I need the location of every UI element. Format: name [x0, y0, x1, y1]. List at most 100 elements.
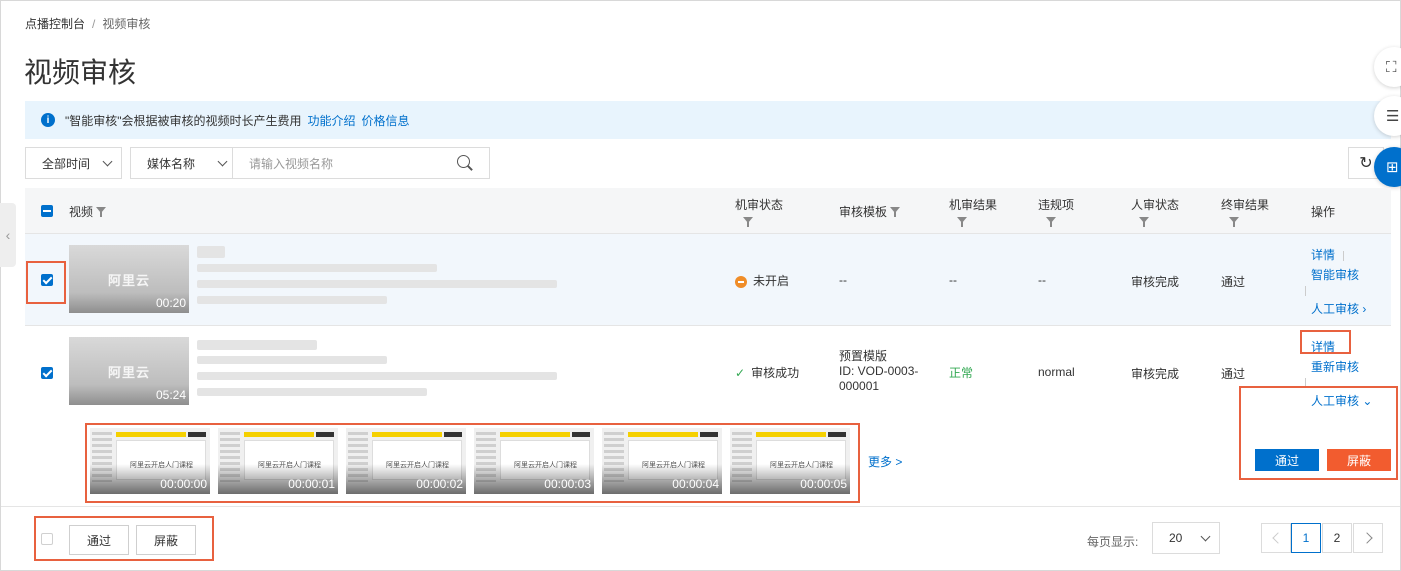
prev-page-button[interactable] [1261, 523, 1291, 553]
breadcrumb-separator: / [92, 17, 96, 31]
apps-icon: ⊞ [1386, 159, 1399, 176]
chevron-left-icon: ‹ [5, 227, 11, 243]
column-machine-status-label: 机审状态 [735, 198, 784, 212]
time-filter-select[interactable]: 全部时间 [25, 147, 123, 179]
redacted-text [197, 388, 427, 396]
brand-logo: 阿里云 [107, 272, 150, 288]
chevron-down-icon [217, 156, 228, 166]
violation-value: normal [1038, 365, 1075, 379]
column-human-status: 人审状态 [1131, 196, 1179, 228]
refresh-icon: ↻ [1359, 155, 1373, 172]
column-human-status-label: 人审状态 [1131, 198, 1180, 212]
redacted-text [197, 356, 387, 364]
divider [1305, 286, 1306, 296]
redacted-text [197, 340, 317, 350]
highlight-box [26, 261, 66, 304]
page-size-select[interactable]: 20 [1152, 522, 1220, 554]
column-template: 审核模板 [839, 203, 901, 220]
redacted-text [197, 246, 225, 258]
search-icon[interactable] [457, 155, 473, 171]
chevron-right-icon [1360, 532, 1373, 544]
chevron-left-icon [1271, 532, 1284, 544]
media-field-value: 媒体名称 [147, 156, 196, 171]
breadcrumb-current: 视频审核 [102, 17, 151, 31]
machine-status-text: 未开启 [753, 274, 790, 288]
message-icon: ☰ [1386, 108, 1400, 125]
chevron-down-icon [1200, 531, 1211, 541]
filter-bar: 全部时间 媒体名称 请输入视频名称 [25, 147, 491, 179]
final-result-value: 通过 [1221, 275, 1246, 289]
human-review-link[interactable]: 人工审核 › [1311, 300, 1366, 317]
pricing-link[interactable]: 价格信息 [362, 112, 410, 129]
recheck-link[interactable]: 重新审核 [1311, 358, 1359, 375]
success-check-icon: ✓ [735, 366, 746, 380]
final-result-value: 通过 [1221, 367, 1246, 381]
video-duration: 05:24 [155, 388, 186, 402]
search-placeholder: 请输入视频名称 [249, 156, 334, 171]
template-value: 预置模版 ID: VOD-0003- 000001 [839, 349, 918, 394]
table-header: 视频 机审状态 审核模板 机审结果 违规项 人审状态 终审结果 操作 [25, 188, 1391, 234]
gift-icon: ⛶ [1386, 58, 1397, 76]
page-2-button[interactable]: 2 [1322, 523, 1352, 553]
column-violation-label: 违规项 [1038, 198, 1075, 212]
feature-intro-link[interactable]: 功能介绍 [308, 112, 356, 129]
filter-icon[interactable] [890, 207, 901, 218]
page-title: 视频审核 [24, 57, 137, 88]
chevron-down-icon [102, 156, 113, 166]
brand-logo: 阿里云 [107, 364, 150, 380]
redacted-text [197, 280, 557, 288]
highlight-box [34, 516, 214, 561]
divider [1343, 250, 1345, 261]
filter-icon[interactable] [1139, 217, 1149, 228]
highlight-box [1239, 386, 1398, 480]
filter-icon[interactable] [743, 217, 753, 228]
redacted-text [197, 296, 387, 304]
column-machine-result-label: 机审结果 [949, 198, 998, 212]
media-field-select[interactable]: 媒体名称 [131, 148, 234, 178]
search-combo: 媒体名称 请输入视频名称 [130, 147, 491, 179]
template-name: 预置模版 [839, 349, 888, 363]
table-row: 阿里云 00:20 未开启 -- -- -- 审核完成 通过 详情 智能审核 人… [25, 234, 1391, 326]
filter-icon[interactable] [1229, 217, 1239, 228]
next-page-button[interactable] [1353, 523, 1383, 553]
sidebar-collapse-tab[interactable]: ‹ [0, 203, 16, 267]
disabled-status-icon [735, 275, 747, 288]
video-thumbnail[interactable]: 阿里云 00:20 [69, 245, 189, 313]
page-size-value: 20 [1169, 531, 1183, 545]
machine-status: 未开启 [735, 272, 789, 289]
column-template-label: 审核模板 [839, 205, 888, 219]
column-ops: 操作 [1311, 205, 1336, 219]
column-final-result: 终审结果 [1221, 196, 1269, 228]
video-thumbnail[interactable]: 阿里云 05:24 [69, 337, 189, 405]
notice-text: "智能审核"会根据被审核的视频时长产生费用 [65, 113, 302, 128]
highlight-box [1300, 330, 1351, 354]
row-checkbox[interactable] [41, 367, 53, 379]
more-frames-link[interactable]: 更多 > [868, 453, 902, 470]
highlight-box [85, 423, 860, 503]
search-input[interactable]: 请输入视频名称 [233, 148, 489, 178]
info-icon: i [41, 113, 55, 127]
filter-icon[interactable] [1046, 217, 1056, 228]
column-final-result-label: 终审结果 [1221, 198, 1270, 212]
machine-result-value: -- [949, 273, 957, 287]
page-size-label: 每页显示: [1087, 535, 1139, 549]
info-notice: i "智能审核"会根据被审核的视频时长产生费用 功能介绍 价格信息 [25, 101, 1391, 139]
filter-icon[interactable] [957, 217, 967, 228]
column-violation: 违规项 [1038, 196, 1074, 228]
template-id-line-1: ID: VOD-0003- [839, 364, 919, 378]
filter-icon[interactable] [96, 207, 107, 218]
breadcrumb-root[interactable]: 点播控制台 [25, 17, 85, 31]
breadcrumb: 点播控制台 / 视频审核 [25, 15, 150, 32]
smart-review-link[interactable]: 智能审核 [1311, 266, 1359, 283]
redacted-text [197, 264, 437, 272]
video-duration: 00:20 [155, 296, 186, 310]
template-id-line-2: 000001 [839, 379, 880, 393]
select-all-checkbox[interactable] [41, 205, 53, 217]
table-row: 阿里云 05:24 ✓ 审核成功 预置模版 ID: VOD-0003- 00000… [25, 326, 1391, 414]
human-status-value: 审核完成 [1131, 367, 1180, 381]
time-filter-value: 全部时间 [42, 156, 91, 171]
machine-status: ✓ 审核成功 [735, 364, 799, 381]
page-1-button[interactable]: 1 [1291, 523, 1321, 553]
detail-link[interactable]: 详情 [1311, 246, 1345, 263]
machine-status-text: 审核成功 [751, 366, 800, 380]
